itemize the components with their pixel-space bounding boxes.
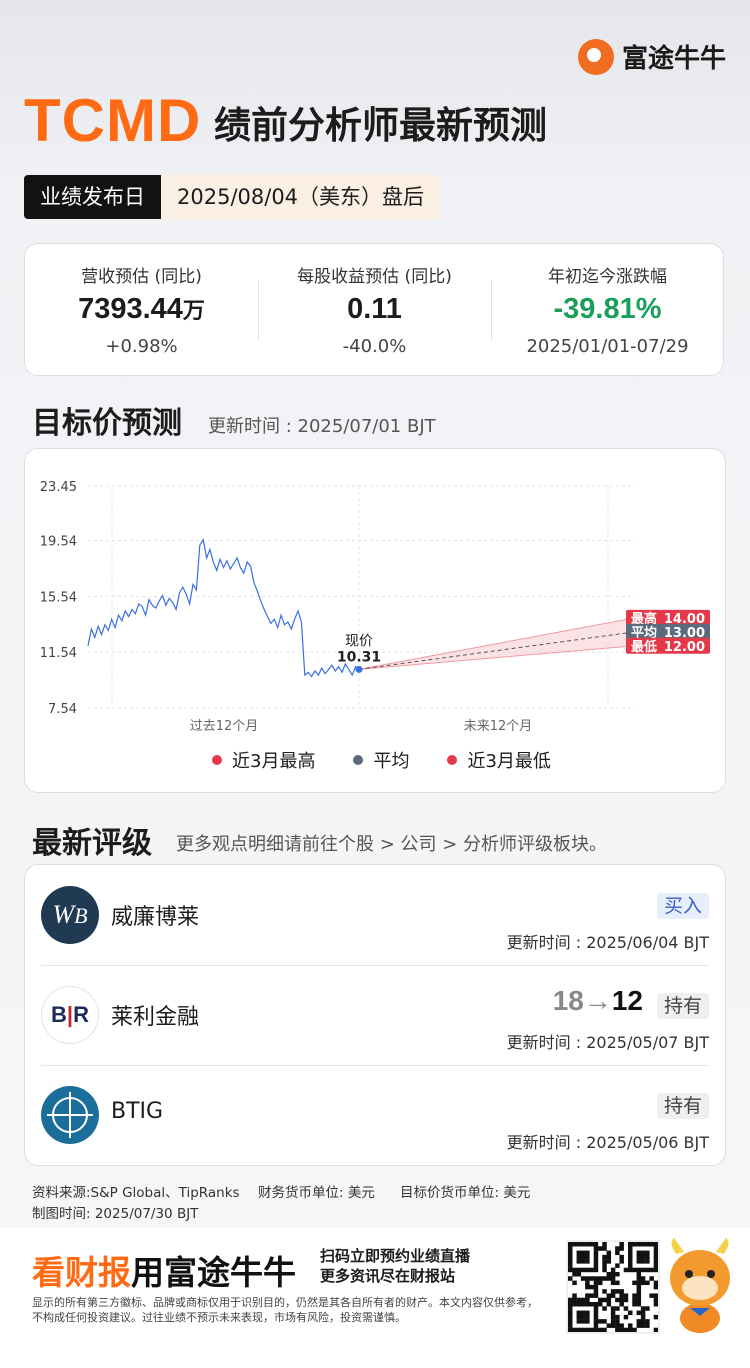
rating-badge: 持有 [656, 1093, 709, 1119]
target-chart-card: 23.45 19.54 15.54 11.54 7.54 现价 10.31 过去12个月… [24, 448, 726, 793]
x-label-future: 未来12个月 [464, 719, 533, 734]
y-tick-label: 11.54 [40, 646, 77, 661]
metrics-card: 营收预估 (同比) 7393.44万 +0.98% 每股收益预估 (同比) 0.… [24, 243, 724, 376]
ratings-hint: 更多观点明细请前往个股 > 公司 > 分析师评级板块。 [176, 834, 608, 855]
chart-legend: 近3月最高 平均 近3月最低 [212, 747, 551, 773]
page-title: 绩前分析师最新预测 [214, 104, 547, 147]
release-date-tag: 业绩发布日 2025/08/04（美东）盘后 [24, 175, 441, 219]
metric-label: 每股收益预估 (同比) [297, 267, 452, 287]
legend-high: 近3月最高 [212, 747, 315, 773]
metric-label: 年初迄今涨跌幅 [548, 267, 667, 287]
promo-slogan: 看财报用富途牛牛 [32, 1253, 296, 1292]
fin-currency-note: 财务货币单位: 美元 [258, 1185, 375, 1201]
current-price-dot [355, 665, 363, 673]
metric-change: +0.98% [105, 336, 178, 357]
analyst-name: BTIG [111, 1099, 164, 1124]
arrow-right-icon: → [583, 985, 612, 1016]
analyst-name: 莱利金融 [111, 1005, 200, 1030]
rating-row[interactable]: WB 威廉博莱 买入 更新时间 : 2025/06/04 BJT [25, 865, 725, 965]
metric-change: -40.0% [342, 336, 407, 357]
source-note: 资料来源:S&P Global、TipRanks [32, 1185, 240, 1201]
svg-text:12.00: 12.00 [664, 640, 705, 655]
metric-label: 营收预估 (同比) [81, 267, 202, 287]
y-tick-label: 19.54 [40, 535, 77, 550]
target-from: 18 [552, 985, 584, 1016]
ticker-symbol: TCMD [24, 87, 202, 154]
promo-scan-text: 扫码立即预约业绩直播 更多资讯尽在财报站 [320, 1247, 471, 1285]
rating-row[interactable]: BTIG 持有 更新时间 : 2025/05/06 BJT [25, 1065, 725, 1165]
target-change: 18→12 [553, 985, 643, 1017]
disclaimer: 显示的所有第三方徽标、品牌或商标仅用于识别目的，仍然是其各自所有者的财产。本文内… [32, 1296, 538, 1324]
target-section-title: 目标价预测 [32, 406, 182, 441]
forecast-low-tag: 最低 12.00 [626, 637, 710, 655]
brand: 富途牛牛 [577, 38, 726, 75]
ratings-card: WB 威廉博莱 买入 更新时间 : 2025/06/04 BJT B|R 莱利金… [24, 864, 726, 1166]
svg-text:最低: 最低 [631, 639, 657, 655]
metric-value: -39.81% [553, 293, 662, 325]
rating-badge: 买入 [656, 893, 709, 919]
rating-updated: 更新时间 : 2025/05/07 BJT [506, 1033, 709, 1052]
legend-avg: 平均 [353, 747, 409, 773]
target-price-chart: 23.45 19.54 15.54 11.54 7.54 现价 10.31 过去12个月… [40, 480, 710, 734]
x-label-past: 过去12个月 [190, 719, 259, 734]
brand-name: 富途牛牛 [621, 44, 726, 74]
futu-logo-icon [577, 38, 614, 75]
metric-eps: 每股收益预估 (同比) 0.11 -40.0% [258, 244, 491, 357]
current-price-value: 10.31 [337, 649, 381, 665]
price-history-line [87, 538, 360, 678]
release-date-label: 业绩发布日 [24, 175, 161, 219]
y-tick-label: 23.45 [40, 480, 77, 495]
metric-value: 0.11 [347, 293, 402, 325]
target-to: 12 [611, 985, 643, 1016]
ratings-section-title: 最新评级 [32, 826, 152, 861]
metric-revenue: 营收预估 (同比) 7393.44万 +0.98% [25, 244, 258, 357]
made-time-note: 制图时间: 2025/07/30 BJT [32, 1206, 199, 1222]
rating-updated: 更新时间 : 2025/06/04 BJT [506, 933, 709, 952]
br-logo-icon: B|R [41, 986, 99, 1044]
analyst-name: 威廉博莱 [111, 905, 200, 930]
target-currency-note: 目标价货币单位: 美元 [400, 1185, 531, 1201]
y-tick-label: 15.54 [40, 590, 77, 605]
qr-code-icon[interactable] [566, 1240, 660, 1334]
metric-ytd: 年初迄今涨跌幅 -39.81% 2025/01/01-07/29 [491, 244, 724, 357]
release-date-value: 2025/08/04（美东）盘后 [161, 175, 441, 219]
current-price-label: 现价 [345, 633, 373, 649]
btig-logo-icon [41, 1086, 99, 1144]
metric-period: 2025/01/01-07/29 [526, 336, 689, 357]
rating-badge: 持有 [656, 993, 709, 1019]
legend-low: 近3月最低 [447, 747, 551, 773]
target-updated: 更新时间 : 2025/07/01 BJT [208, 416, 436, 437]
y-tick-label: 7.54 [48, 702, 77, 717]
mascot-icon [662, 1236, 738, 1334]
rating-updated: 更新时间 : 2025/05/06 BJT [506, 1133, 709, 1152]
rating-row[interactable]: B|R 莱利金融 18→12 持有 更新时间 : 2025/05/07 BJT [25, 965, 725, 1065]
wb-logo-icon: WB [41, 886, 99, 944]
metric-value: 7393.44万 [78, 293, 205, 325]
